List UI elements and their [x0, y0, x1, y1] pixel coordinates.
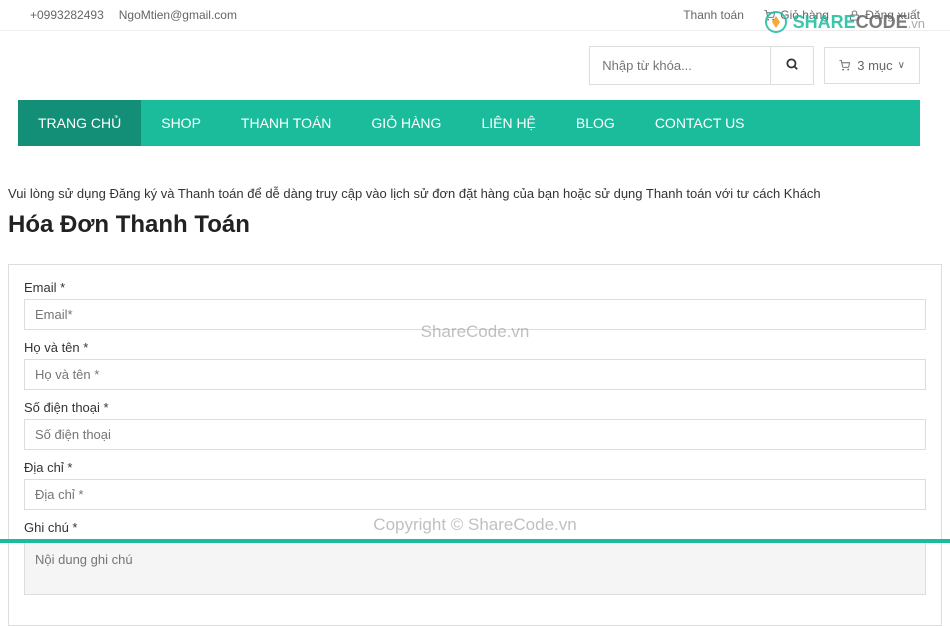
chevron-down-icon: ∨ [898, 60, 905, 71]
search-icon [785, 57, 799, 71]
bottom-border [0, 539, 950, 543]
cart-button[interactable]: 3 mục ∨ [824, 47, 920, 84]
search-button[interactable] [770, 47, 813, 84]
nav-contact-us[interactable]: CONTACT US [635, 100, 765, 146]
phone-label: Số điện thoại * [24, 400, 926, 415]
email-label: Email * [24, 280, 926, 295]
checkout-link[interactable]: Thanh toán [683, 8, 744, 22]
address-field[interactable] [24, 479, 926, 510]
email-text: NgoMtien@gmail.com [119, 8, 237, 22]
address-label: Địa chỉ * [24, 460, 926, 475]
note-label: Ghi chú * [24, 520, 926, 535]
phone-text: +0993282493 [30, 8, 104, 22]
name-label: Họ và tên * [24, 340, 926, 355]
wm-code: CODE [856, 12, 908, 32]
page-title: Hóa Đơn Thanh Toán [8, 211, 942, 239]
nav-cart[interactable]: GIỎ HÀNG [351, 100, 461, 146]
note-field[interactable] [24, 539, 926, 595]
search-box [589, 46, 814, 85]
nav-contact-vi[interactable]: LIÊN HỆ [461, 100, 555, 146]
cart-count-text: 3 mục [857, 58, 892, 73]
billing-form: Email * Họ và tên * Số điện thoại * Địa … [8, 264, 942, 626]
search-input[interactable] [590, 48, 770, 83]
nav-shop[interactable]: SHOP [141, 100, 221, 146]
email-field[interactable] [24, 299, 926, 330]
nav-blog[interactable]: BLOG [556, 100, 635, 146]
header-row: 3 mục ∨ [0, 31, 950, 100]
navbar: TRANG CHỦ SHOP THANH TOÁN GIỎ HÀNG LIÊN … [18, 100, 920, 146]
name-field[interactable] [24, 359, 926, 390]
watermark-logo: SHARECODE.vn [764, 10, 925, 34]
wm-vn: .vn [908, 16, 925, 31]
cart-icon [839, 60, 850, 71]
phone-field[interactable] [24, 419, 926, 450]
nav-checkout[interactable]: THANH TOÁN [221, 100, 352, 146]
wm-share: SHARE [793, 12, 856, 32]
sharecode-icon [764, 10, 788, 34]
intro-text: Vui lòng sử dụng Đăng ký và Thanh toán đ… [8, 186, 942, 201]
content: Vui lòng sử dụng Đăng ký và Thanh toán đ… [0, 146, 950, 626]
topbar-left: +0993282493 NgoMtien@gmail.com [30, 8, 237, 22]
nav-home[interactable]: TRANG CHỦ [18, 100, 141, 146]
